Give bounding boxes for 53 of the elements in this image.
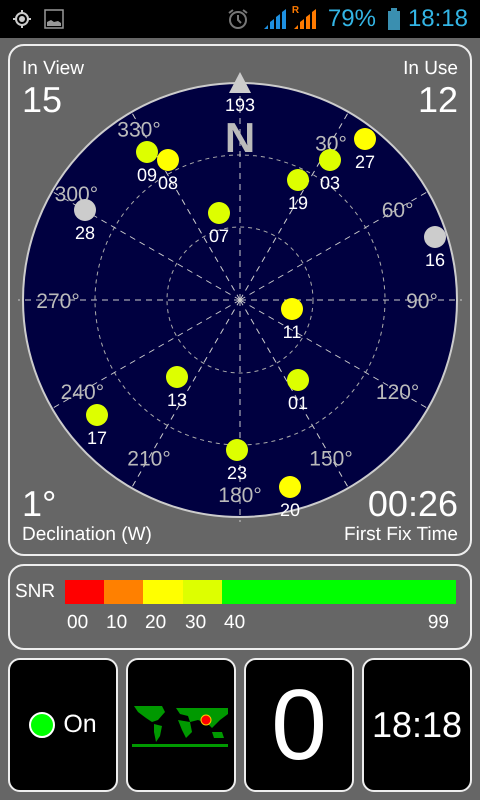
azimuth-label: 90° xyxy=(406,290,438,313)
azimuth-label: 330° xyxy=(117,118,161,142)
azimuth-label: 60° xyxy=(382,199,414,222)
satellite-label: 16 xyxy=(424,250,446,270)
satellite-label: 01 xyxy=(288,393,308,413)
in-view-count: 15 xyxy=(22,80,62,120)
snr-tick-label: 30 xyxy=(184,610,208,634)
snr-tick-label: 20 xyxy=(144,610,168,634)
satellite-count: 0 xyxy=(271,675,327,775)
snr-tick-label: 10 xyxy=(105,610,128,634)
snr-tick-label: 40 xyxy=(223,610,246,634)
in-use-count: 12 xyxy=(418,80,458,120)
azimuth-label: 270° xyxy=(36,290,80,313)
azimuth-label: 120° xyxy=(376,381,420,404)
snr-tick-label: 99 xyxy=(428,610,449,634)
alarm-icon xyxy=(226,8,250,30)
north-arrow-icon xyxy=(229,72,251,93)
fix-time-value: 00:26 xyxy=(368,484,458,524)
satellite-label: 13 xyxy=(166,390,188,410)
north-letter: N xyxy=(224,114,256,161)
satellite-label: 23 xyxy=(226,463,248,483)
snr-tick-label: 00 xyxy=(66,610,90,634)
satellite-label: 03 xyxy=(320,173,340,193)
declination-value: 1° xyxy=(22,484,56,524)
azimuth-label: 300° xyxy=(54,183,98,206)
gps-status-label: On xyxy=(63,709,97,740)
azimuth-label: 30° xyxy=(315,132,347,156)
azimuth-label: 240° xyxy=(60,381,104,404)
satellite-label: 09 xyxy=(136,165,158,185)
battery-icon xyxy=(388,8,400,30)
clock-time: 18:18 xyxy=(372,703,462,747)
status-time: 18:18 xyxy=(408,4,468,34)
azimuth-label: 180° xyxy=(218,484,262,507)
declination-label: Declination (W) xyxy=(22,524,152,546)
satellite-label: 17 xyxy=(86,428,108,448)
satellite-label: 20 xyxy=(280,500,300,520)
satellite-label: 193 xyxy=(224,95,256,115)
fix-time-label: First Fix Time xyxy=(344,524,458,546)
azimuth-label: 210° xyxy=(127,448,171,471)
satellite-label: 08 xyxy=(158,173,178,193)
satellite-label: 27 xyxy=(354,152,376,172)
satellite-label: 07 xyxy=(208,226,230,246)
satellite-label: 19 xyxy=(288,193,308,213)
location-icon xyxy=(12,9,32,29)
satellite-label: 11 xyxy=(282,322,302,342)
in-view-label: In View xyxy=(22,58,84,80)
satellite-label: 28 xyxy=(74,223,96,243)
battery-percentage: 79% xyxy=(328,4,376,34)
image-icon xyxy=(44,9,64,29)
in-use-label: In Use xyxy=(403,58,458,80)
azimuth-label: 150° xyxy=(309,448,353,471)
snr-label: SNR xyxy=(15,580,56,604)
roaming-indicator: R xyxy=(292,4,300,18)
